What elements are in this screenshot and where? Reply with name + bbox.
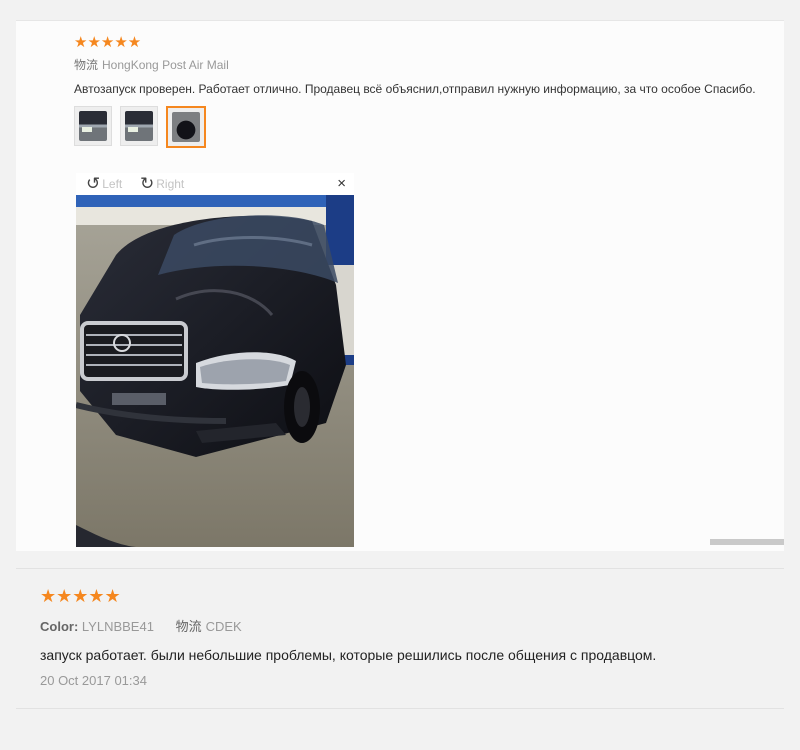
review-text: Автозапуск проверен. Работает отлично. П… — [74, 82, 756, 96]
image-viewer: ↺ Left ↻ Right × — [76, 173, 354, 547]
rotate-left-label: Left — [102, 177, 123, 191]
rotate-right-label: Right — [156, 177, 185, 191]
photo-thumbnails — [74, 106, 784, 148]
shipping-label: 物流 — [175, 619, 202, 634]
horizontal-scrollbar[interactable] — [710, 539, 784, 545]
review-2: ★★★★★ Color: LYLNBBE41 物流 CDEK запуск раб… — [40, 586, 784, 688]
review-divider — [16, 568, 784, 569]
close-icon[interactable]: × — [337, 175, 346, 192]
thumbnail-3-selected[interactable] — [166, 106, 206, 148]
shipping-info: 物流 HongKong Post Air Mail — [74, 56, 784, 73]
thumbnail-2[interactable] — [120, 106, 158, 146]
review-date: 20 Oct 2017 01:34 — [40, 673, 147, 688]
color-value: LYLNBBE41 — [81, 619, 154, 634]
rating-stars: ★★★★★ — [40, 586, 121, 606]
car-photo-illustration — [76, 195, 354, 547]
rotate-right-icon: ↻ — [140, 174, 155, 193]
review-1: ★★★★★ 物流 HongKong Post Air Mail Автозапус… — [74, 35, 784, 148]
shipping-value: HongKong Post Air Mail — [102, 58, 229, 72]
review-divider-bottom — [16, 708, 784, 709]
rotate-left-icon: ↺ — [86, 174, 101, 193]
color-label: Color: — [40, 619, 79, 634]
viewer-toolbar: ↺ Left ↻ Right × — [76, 173, 354, 195]
shipping-value: CDEK — [205, 619, 242, 634]
thumbnail-1[interactable] — [74, 106, 112, 146]
rating-stars: ★★★★★ — [74, 34, 142, 51]
rotate-left-button[interactable]: ↺ Left — [86, 174, 123, 193]
review-meta: Color: LYLNBBE41 物流 CDEK — [40, 616, 784, 635]
review-panel: ★★★★★ 物流 HongKong Post Air Mail Автозапус… — [16, 20, 784, 551]
rotate-right-button[interactable]: ↻ Right — [140, 174, 185, 193]
review-text: запуск работает. были небольшие проблемы… — [40, 647, 657, 663]
review-photo — [76, 195, 354, 547]
shipping-label: 物流 — [74, 58, 99, 72]
